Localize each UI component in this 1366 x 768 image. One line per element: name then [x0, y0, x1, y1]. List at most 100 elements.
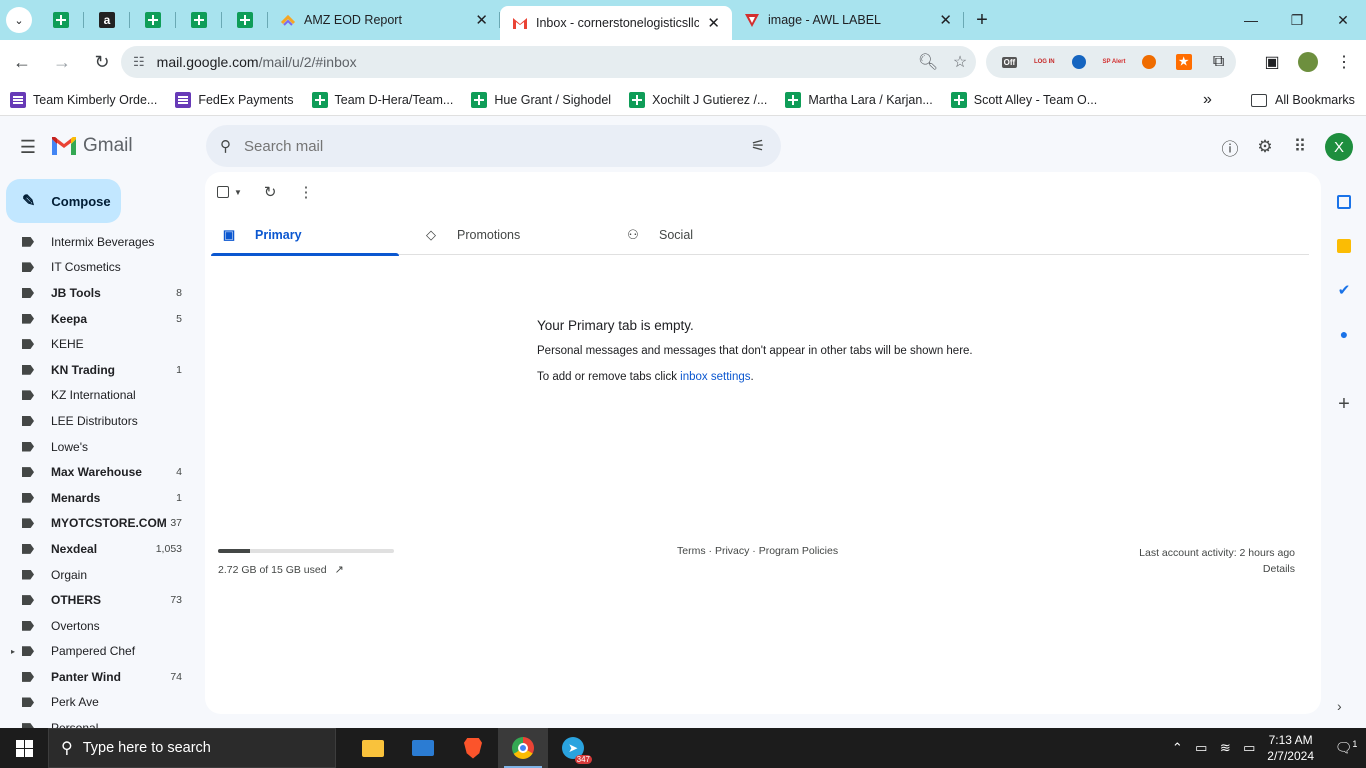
select-dropdown-caret-icon[interactable]: ▼: [234, 188, 242, 197]
label-item[interactable]: OTHERS 73: [0, 587, 200, 613]
label-item[interactable]: KZ International: [0, 383, 200, 409]
bookmark-item[interactable]: Hue Grant / Sighodel: [471, 91, 611, 108]
side-panel-icon[interactable]: ▣: [1256, 46, 1288, 78]
bookmark-star-icon[interactable]: ☆: [944, 52, 976, 72]
tab-social[interactable]: ⚇ Social: [615, 215, 817, 255]
show-hidden-icons-chevron-icon[interactable]: ⌃: [1165, 740, 1189, 756]
expand-side-panel-chevron-icon[interactable]: ›: [1337, 698, 1342, 714]
label-item[interactable]: Lowe's: [0, 434, 200, 460]
back-button[interactable]: ←: [4, 44, 40, 80]
label-item[interactable]: Orgain: [0, 562, 200, 588]
settings-gear-icon[interactable]: ⚙: [1249, 131, 1281, 163]
search-input[interactable]: [240, 137, 735, 155]
pinned-tab-sheets-3[interactable]: [176, 0, 222, 40]
inbox-settings-link[interactable]: inbox settings: [680, 371, 750, 383]
minimize-button[interactable]: —: [1228, 0, 1274, 40]
label-item[interactable]: Menards 1: [0, 485, 200, 511]
taskbar-search[interactable]: ⚲ Type here to search: [48, 728, 336, 768]
terms-link[interactable]: Terms: [677, 545, 706, 557]
close-icon[interactable]: ✕: [707, 14, 720, 32]
forward-button[interactable]: →: [44, 44, 80, 80]
label-item[interactable]: Perk Ave: [0, 690, 200, 716]
label-item[interactable]: MYOTCSTORE.COM 37: [0, 511, 200, 537]
extension-orange-icon[interactable]: [1131, 50, 1166, 74]
google-apps-icon[interactable]: ⠿: [1284, 131, 1316, 163]
privacy-link[interactable]: Privacy: [715, 545, 749, 557]
new-tab-button[interactable]: +: [964, 0, 1000, 40]
extensions-puzzle-icon[interactable]: ⧉: [1201, 50, 1236, 74]
tab-promotions[interactable]: ◇ Promotions: [413, 215, 615, 255]
close-icon[interactable]: ✕: [939, 11, 952, 29]
file-explorer-icon[interactable]: [348, 728, 398, 768]
all-bookmarks-button[interactable]: All Bookmarks: [1251, 84, 1355, 116]
search-icon[interactable]: ⚲: [206, 137, 240, 155]
refresh-icon[interactable]: ↻: [264, 183, 277, 201]
label-item[interactable]: IT Cosmetics: [0, 255, 200, 281]
bookmark-item[interactable]: Team D-Hera/Team...: [311, 91, 453, 108]
battery-icon[interactable]: ▭: [1237, 740, 1261, 756]
address-bar[interactable]: ☷ mail.google.com/mail/u/2/#inbox 🔍︎ ☆: [121, 46, 976, 78]
brave-browser-icon[interactable]: [448, 728, 498, 768]
notifications-icon[interactable]: 🗨︎1: [1326, 739, 1366, 757]
compose-button[interactable]: ✎ Compose: [6, 179, 121, 223]
expand-label-arrow-icon[interactable]: ▸: [11, 647, 15, 656]
start-button[interactable]: [0, 728, 48, 768]
more-bookmarks-chevron-icon[interactable]: »: [1203, 84, 1212, 116]
extension-star-icon[interactable]: ★: [1166, 50, 1201, 74]
mail-app-icon[interactable]: [398, 728, 448, 768]
pinned-tab-sheets-2[interactable]: [130, 0, 176, 40]
label-item[interactable]: Intermix Beverages: [0, 229, 200, 255]
extension-login-icon[interactable]: LOG IN: [1027, 50, 1062, 74]
extension-off-icon[interactable]: Off: [992, 50, 1027, 74]
gmail-logo[interactable]: Gmail: [51, 135, 133, 157]
tab-gmail-inbox[interactable]: Inbox - cornerstonelogisticsllc2 ✕: [500, 6, 732, 40]
details-link[interactable]: Details: [1139, 561, 1295, 577]
account-avatar[interactable]: X: [1325, 133, 1353, 161]
select-all-checkbox[interactable]: [217, 186, 229, 198]
search-options-icon[interactable]: ⚟: [735, 136, 781, 156]
site-info-icon[interactable]: ☷: [133, 54, 145, 70]
label-item[interactable]: ▸ Pampered Chef: [0, 639, 200, 665]
telegram-icon[interactable]: ➤ 347: [548, 728, 598, 768]
program-policies-link[interactable]: Program Policies: [759, 545, 838, 557]
tab-search-button[interactable]: ⌄: [0, 0, 38, 40]
extension-sp-alert-icon[interactable]: SP Alert: [1097, 50, 1132, 74]
bookmark-item[interactable]: FedEx Payments: [175, 91, 294, 108]
extension-globe-icon[interactable]: [1062, 50, 1097, 74]
tab-primary[interactable]: ▣ Primary: [211, 215, 413, 256]
label-item[interactable]: Panter Wind 74: [0, 664, 200, 690]
tab-amz-eod-report[interactable]: AMZ EOD Report ✕: [268, 0, 500, 40]
network-icon[interactable]: ≋: [1213, 740, 1237, 756]
more-options-icon[interactable]: ⋮: [299, 183, 314, 201]
bookmark-item[interactable]: Xochilt J Gutierez /...: [629, 91, 767, 108]
clock[interactable]: 7:13 AM 2/7/2024: [1267, 732, 1314, 764]
label-item[interactable]: Keepa 5: [0, 306, 200, 332]
zoom-icon[interactable]: 🔍︎: [912, 52, 944, 72]
label-item[interactable]: JB Tools 8: [0, 280, 200, 306]
pinned-tab-sheets-1[interactable]: [38, 0, 84, 40]
pinned-tab-sheets-4[interactable]: [222, 0, 268, 40]
restore-button[interactable]: ❐: [1274, 0, 1320, 40]
profile-avatar-icon[interactable]: [1292, 46, 1324, 78]
label-item[interactable]: Nexdeal 1,053: [0, 536, 200, 562]
bookmark-item[interactable]: Scott Alley - Team O...: [950, 91, 1097, 108]
tasks-icon[interactable]: ✔: [1328, 268, 1360, 312]
browser-menu-icon[interactable]: ⋮: [1328, 46, 1360, 78]
get-addons-plus-icon[interactable]: +: [1328, 382, 1360, 426]
label-item[interactable]: KN Trading 1: [0, 357, 200, 383]
label-item[interactable]: KEHE: [0, 331, 200, 357]
label-item[interactable]: Overtons: [0, 613, 200, 639]
open-external-icon[interactable]: ↗: [335, 563, 344, 576]
contacts-icon[interactable]: ●: [1328, 312, 1360, 356]
label-item[interactable]: LEE Distributors: [0, 408, 200, 434]
bookmark-item[interactable]: Team Kimberly Orde...: [10, 91, 157, 108]
tab-awl-label[interactable]: image - AWL LABEL ✕: [732, 0, 964, 40]
keep-icon[interactable]: [1328, 224, 1360, 268]
meet-now-icon[interactable]: ▭: [1189, 740, 1213, 756]
bookmark-item[interactable]: Martha Lara / Karjan...: [785, 91, 933, 108]
label-item[interactable]: Personal: [0, 715, 200, 728]
help-icon[interactable]: ⓘ: [1214, 131, 1246, 163]
calendar-icon[interactable]: [1328, 180, 1360, 224]
main-menu-icon[interactable]: ☰: [12, 131, 44, 163]
reload-button[interactable]: ↻: [84, 44, 120, 80]
